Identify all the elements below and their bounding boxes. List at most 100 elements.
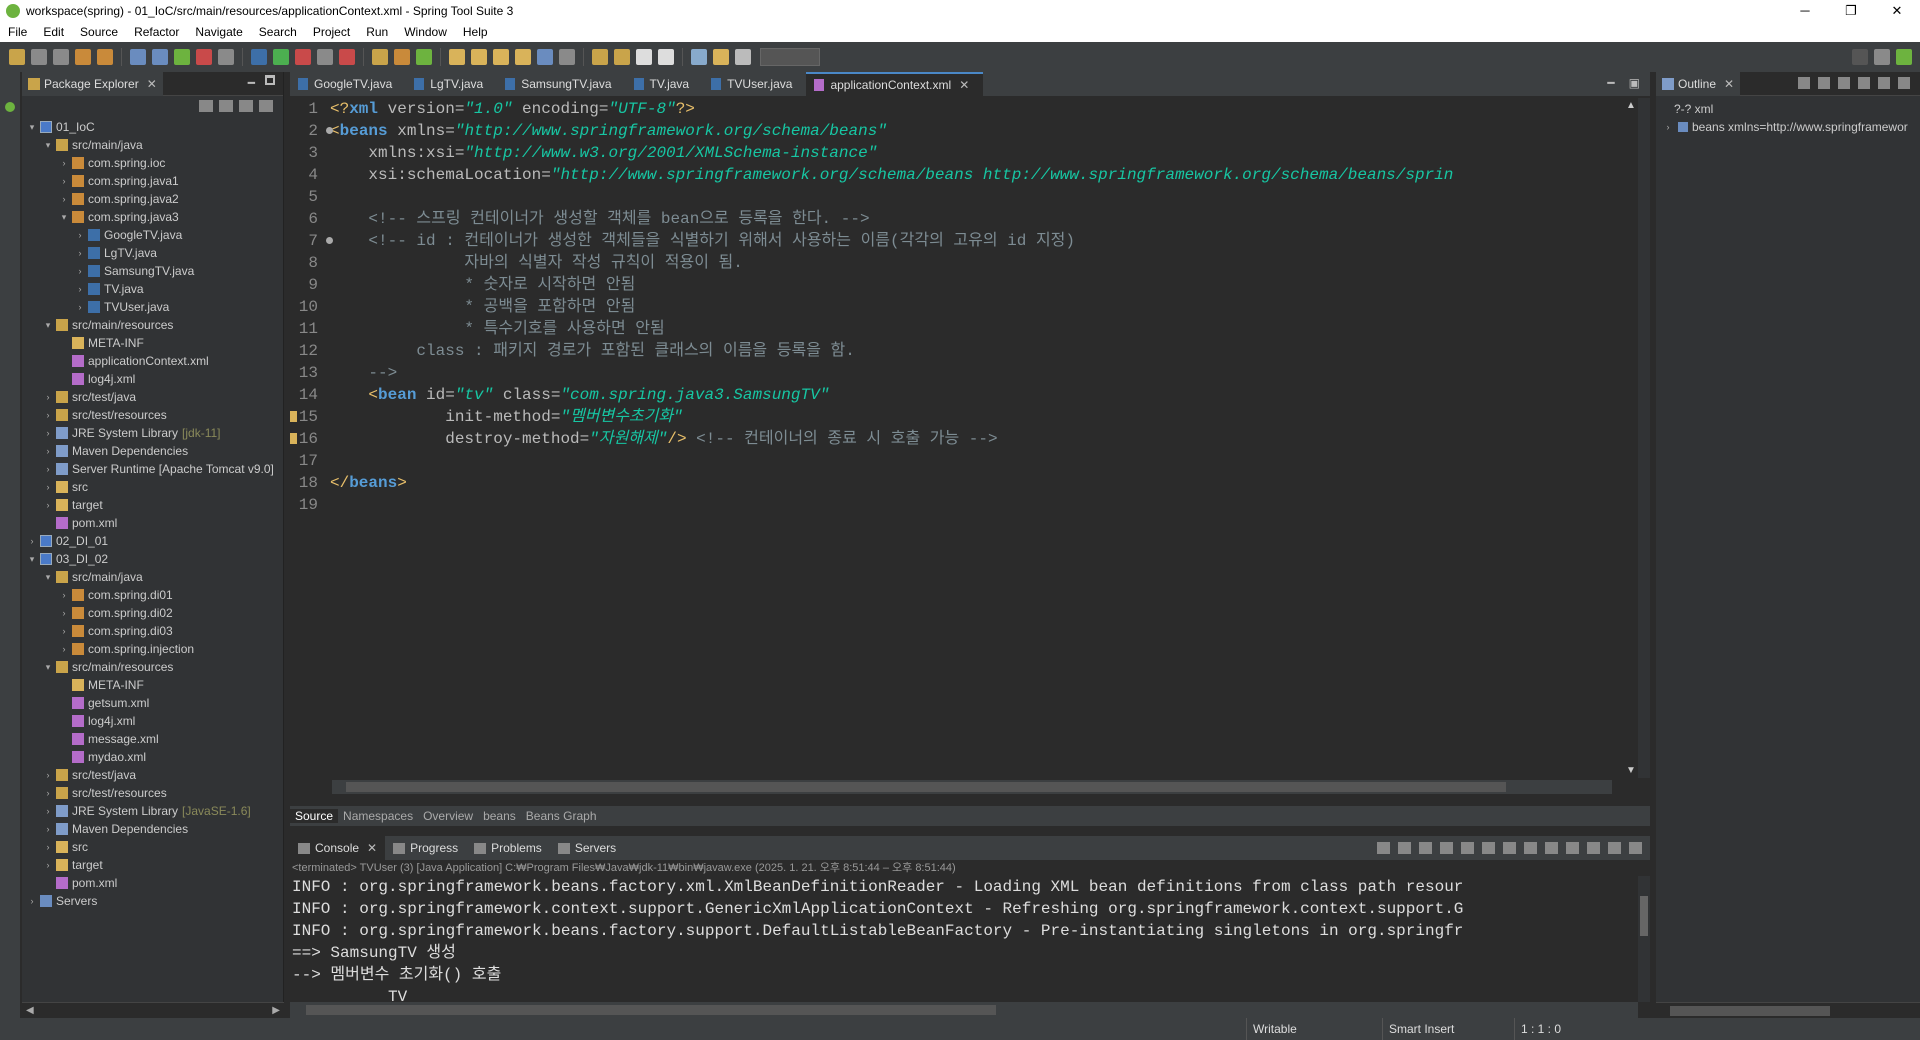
fold-marker-icon[interactable] (326, 237, 333, 244)
scroll-up-icon[interactable]: ▲ (1626, 100, 1636, 111)
close-icon[interactable]: ✕ (147, 77, 157, 91)
maximize-view-icon[interactable] (265, 75, 275, 85)
editor-page-tab[interactable]: Overview (418, 809, 478, 823)
close-icon[interactable]: ✕ (959, 78, 969, 92)
expand-arrow-icon[interactable]: ▾ (58, 212, 70, 223)
sort-icon[interactable] (1838, 77, 1850, 89)
minimize-console-icon[interactable] (1608, 842, 1621, 854)
tree-node[interactable]: › target (22, 496, 283, 514)
tree-node[interactable]: log4j.xml (22, 712, 283, 730)
menu-file[interactable]: File (0, 25, 35, 39)
editor-page-tab[interactable]: Source (290, 809, 339, 823)
expand-arrow-icon[interactable]: ▾ (42, 662, 54, 673)
view-menu-icon[interactable] (259, 100, 273, 112)
scrollbar-thumb[interactable] (1640, 896, 1648, 936)
new-package-icon[interactable] (394, 49, 410, 65)
remove-all-terminated-icon[interactable] (1440, 842, 1453, 854)
expand-arrow-icon[interactable]: › (74, 230, 86, 240)
console-tab[interactable]: Progress (385, 836, 466, 860)
tree-node[interactable]: › src/test/java (22, 766, 283, 784)
tree-node[interactable]: › GoogleTV.java (22, 226, 283, 244)
grid-icon[interactable] (735, 49, 751, 65)
console-horizontal-scrollbar[interactable] (290, 1002, 1638, 1018)
tree-node[interactable]: › com.spring.di01 (22, 586, 283, 604)
terminate-icon[interactable] (1398, 842, 1411, 854)
menu-help[interactable]: Help (455, 25, 496, 39)
minimize-button[interactable]: ─ (1782, 0, 1828, 22)
expand-arrow-icon[interactable]: › (42, 428, 54, 438)
collapse-all-icon[interactable] (1798, 77, 1810, 89)
editor-vertical-scrollbar[interactable]: ▲ ▼ (1626, 98, 1638, 778)
tree-node[interactable]: › com.spring.injection (22, 640, 283, 658)
editor-page-tab[interactable]: beans (478, 809, 521, 823)
overview-ruler[interactable] (1638, 98, 1650, 778)
expand-arrow-icon[interactable]: › (26, 536, 38, 546)
maximize-view-icon[interactable] (1898, 77, 1910, 89)
editor-tab[interactable]: TVUser.java (703, 72, 806, 96)
editor-tab[interactable]: SamsungTV.java (497, 72, 625, 96)
outline-node[interactable]: ?-? xml (1656, 100, 1920, 118)
remove-launch-icon[interactable] (1419, 842, 1432, 854)
scroll-right-icon[interactable]: ▶ (272, 1003, 280, 1019)
boot-dashboard-icon[interactable] (174, 49, 190, 65)
tree-node[interactable]: › LgTV.java (22, 244, 283, 262)
tree-node[interactable]: log4j.xml (22, 370, 283, 388)
console-icon[interactable] (130, 49, 146, 65)
expand-arrow-icon[interactable]: › (42, 824, 54, 834)
new-class-icon[interactable] (416, 49, 432, 65)
expand-arrow-icon[interactable]: › (42, 770, 54, 780)
expand-arrow-icon[interactable]: › (42, 392, 54, 402)
expand-arrow-icon[interactable]: › (74, 284, 86, 294)
minimize-editor-icon[interactable]: ━ (1607, 76, 1614, 90)
clear-console-icon[interactable] (1461, 842, 1474, 854)
fold-marker-icon[interactable] (326, 127, 333, 134)
debug-perspective-icon[interactable] (218, 49, 234, 65)
pin-editor-icon[interactable] (691, 49, 707, 65)
close-icon[interactable]: ✕ (367, 841, 377, 855)
editor-tab[interactable]: TV.java (626, 72, 704, 96)
expand-arrow-icon[interactable]: › (58, 644, 70, 654)
tree-node[interactable]: › SamsungTV.java (22, 262, 283, 280)
new-icon[interactable] (9, 49, 25, 65)
expand-arrow-icon[interactable]: ▾ (26, 554, 38, 565)
menu-source[interactable]: Source (72, 25, 126, 39)
scroll-lock-icon[interactable] (1482, 842, 1495, 854)
tree-node[interactable]: ▾ com.spring.java3 (22, 208, 283, 226)
menu-window[interactable]: Window (396, 25, 455, 39)
expand-arrow-icon[interactable]: › (42, 788, 54, 798)
tree-node[interactable]: › Servers (22, 892, 283, 910)
tree-node[interactable]: pom.xml (22, 874, 283, 892)
expand-arrow-icon[interactable]: › (42, 446, 54, 456)
minimize-view-icon[interactable]: ━ (248, 76, 255, 90)
quick-access-search-icon[interactable] (1852, 49, 1868, 65)
open-console-icon[interactable] (1587, 842, 1600, 854)
tree-node[interactable]: › TVUser.java (22, 298, 283, 316)
scrollbar-thumb[interactable] (306, 1005, 996, 1015)
console-tab[interactable]: Servers (550, 836, 624, 860)
console-vertical-scrollbar[interactable] (1638, 876, 1650, 1002)
show-on-output-icon[interactable] (1524, 842, 1537, 854)
minimize-view-icon[interactable] (1878, 77, 1890, 89)
console-tab[interactable]: Console ✕ (290, 836, 386, 860)
expand-arrow-icon[interactable]: › (42, 860, 54, 870)
menu-edit[interactable]: Edit (35, 25, 72, 39)
editor-tab[interactable]: LgTV.java (406, 72, 497, 96)
tree-node[interactable]: › com.spring.di03 (22, 622, 283, 640)
new-java-project-icon[interactable] (372, 49, 388, 65)
tree-node[interactable]: › target (22, 856, 283, 874)
open-perspective-icon[interactable] (1874, 49, 1890, 65)
link-with-editor-icon[interactable] (219, 100, 233, 112)
outline-tab[interactable]: Outline ✕ (1656, 71, 1741, 96)
expand-arrow-icon[interactable]: › (58, 608, 70, 618)
warning-marker-icon[interactable] (290, 433, 297, 444)
close-icon[interactable]: ✕ (1724, 77, 1734, 91)
outline-horizontal-scrollbar[interactable] (1656, 1002, 1920, 1018)
forward-icon[interactable] (658, 49, 674, 65)
expand-arrow-icon[interactable]: ▾ (42, 572, 54, 583)
tree-node[interactable]: pom.xml (22, 514, 283, 532)
tree-node[interactable]: › com.spring.java2 (22, 190, 283, 208)
expand-arrow-icon[interactable]: › (74, 302, 86, 312)
debug-icon[interactable] (251, 49, 267, 65)
save-icon[interactable] (31, 49, 47, 65)
outline-node[interactable]: › beans xmlns=http://www.springframewor (1656, 118, 1920, 136)
